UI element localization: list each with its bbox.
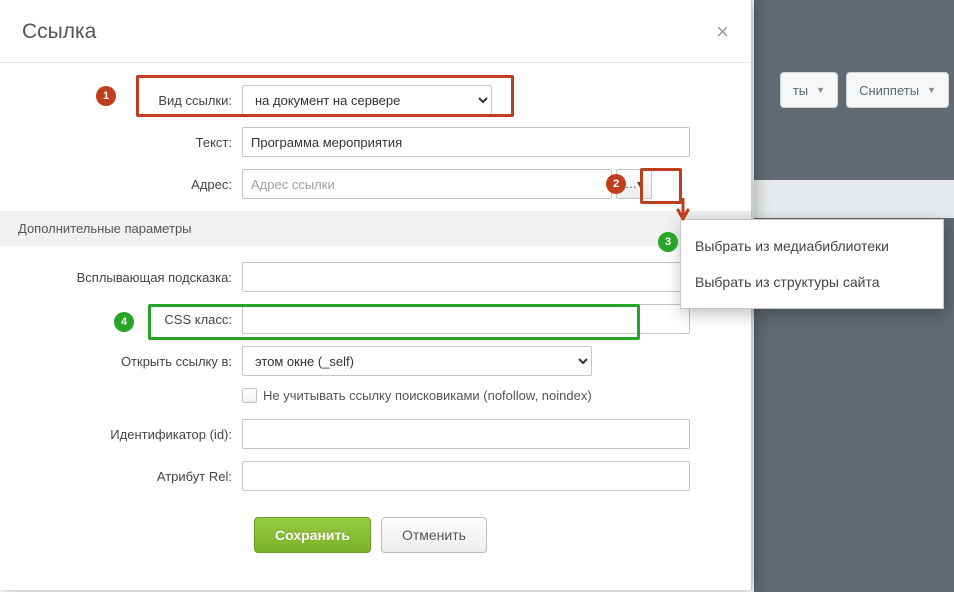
dialog-header: Ссылка × (0, 0, 751, 63)
cancel-button[interactable]: Отменить (381, 517, 487, 553)
row-linktype: Вид ссылки: на документ на сервере (18, 85, 733, 115)
save-button[interactable]: Сохранить (254, 517, 371, 553)
dialog-body: Вид ссылки: на документ на сервере Текст… (0, 63, 751, 563)
target-select[interactable]: этом окне (_self) (242, 346, 592, 376)
background-toolbar: ты ▼ Сниппеты ▼ (780, 72, 949, 122)
bg-button-1-label: ты (793, 83, 808, 98)
address-input[interactable] (242, 169, 612, 199)
dropdown-item-medialibrary[interactable]: Выбрать из медиабиблиотеки (681, 228, 943, 264)
id-input[interactable] (242, 419, 690, 449)
row-nofollow: Не учитывать ссылку поисковиками (nofoll… (18, 388, 733, 403)
arrow-down-icon (676, 198, 690, 222)
bg-button-2[interactable]: Сниппеты ▼ (846, 72, 949, 108)
nofollow-checkbox[interactable] (242, 388, 257, 403)
row-text: Текст: (18, 127, 733, 157)
dropdown-item-sitestructure[interactable]: Выбрать из структуры сайта (681, 264, 943, 300)
tooltip-label: Всплывающая подсказка: (18, 270, 242, 285)
text-input[interactable] (242, 127, 690, 157)
address-label: Адрес: (18, 177, 242, 192)
marker-1: 1 (96, 86, 116, 106)
row-rel: Атрибут Rel: (18, 461, 733, 491)
ellipsis-icon: …▾ (625, 177, 643, 191)
cssclass-input[interactable] (242, 304, 690, 334)
marker-2: 2 (606, 174, 626, 194)
rel-input[interactable] (242, 461, 690, 491)
text-label: Текст: (18, 135, 242, 150)
tooltip-input[interactable] (242, 262, 690, 292)
linktype-select[interactable]: на документ на сервере (242, 85, 492, 115)
bg-button-1[interactable]: ты ▼ (780, 72, 838, 108)
marker-4: 4 (114, 312, 134, 332)
caret-icon: ▼ (927, 85, 936, 95)
target-label: Открыть ссылку в: (18, 354, 242, 369)
close-icon[interactable]: × (716, 21, 729, 43)
dialog-footer: Сохранить Отменить (18, 503, 733, 553)
browse-dropdown: Выбрать из медиабиблиотеки Выбрать из ст… (680, 219, 944, 309)
dialog-title: Ссылка (22, 20, 96, 44)
nofollow-label: Не учитывать ссылку поисковиками (nofoll… (263, 388, 592, 403)
id-label: Идентификатор (id): (18, 427, 242, 442)
row-tooltip: Всплывающая подсказка: (18, 262, 733, 292)
rel-label: Атрибут Rel: (18, 469, 242, 484)
row-target: Открыть ссылку в: этом окне (_self) (18, 346, 733, 376)
linktype-label: Вид ссылки: (18, 93, 242, 108)
row-id: Идентификатор (id): (18, 419, 733, 449)
background-gray-row (754, 180, 954, 218)
marker-3: 3 (658, 232, 678, 252)
section-extra-params[interactable]: Дополнительные параметры (0, 211, 751, 246)
caret-icon: ▼ (816, 85, 825, 95)
bg-button-2-label: Сниппеты (859, 83, 919, 98)
